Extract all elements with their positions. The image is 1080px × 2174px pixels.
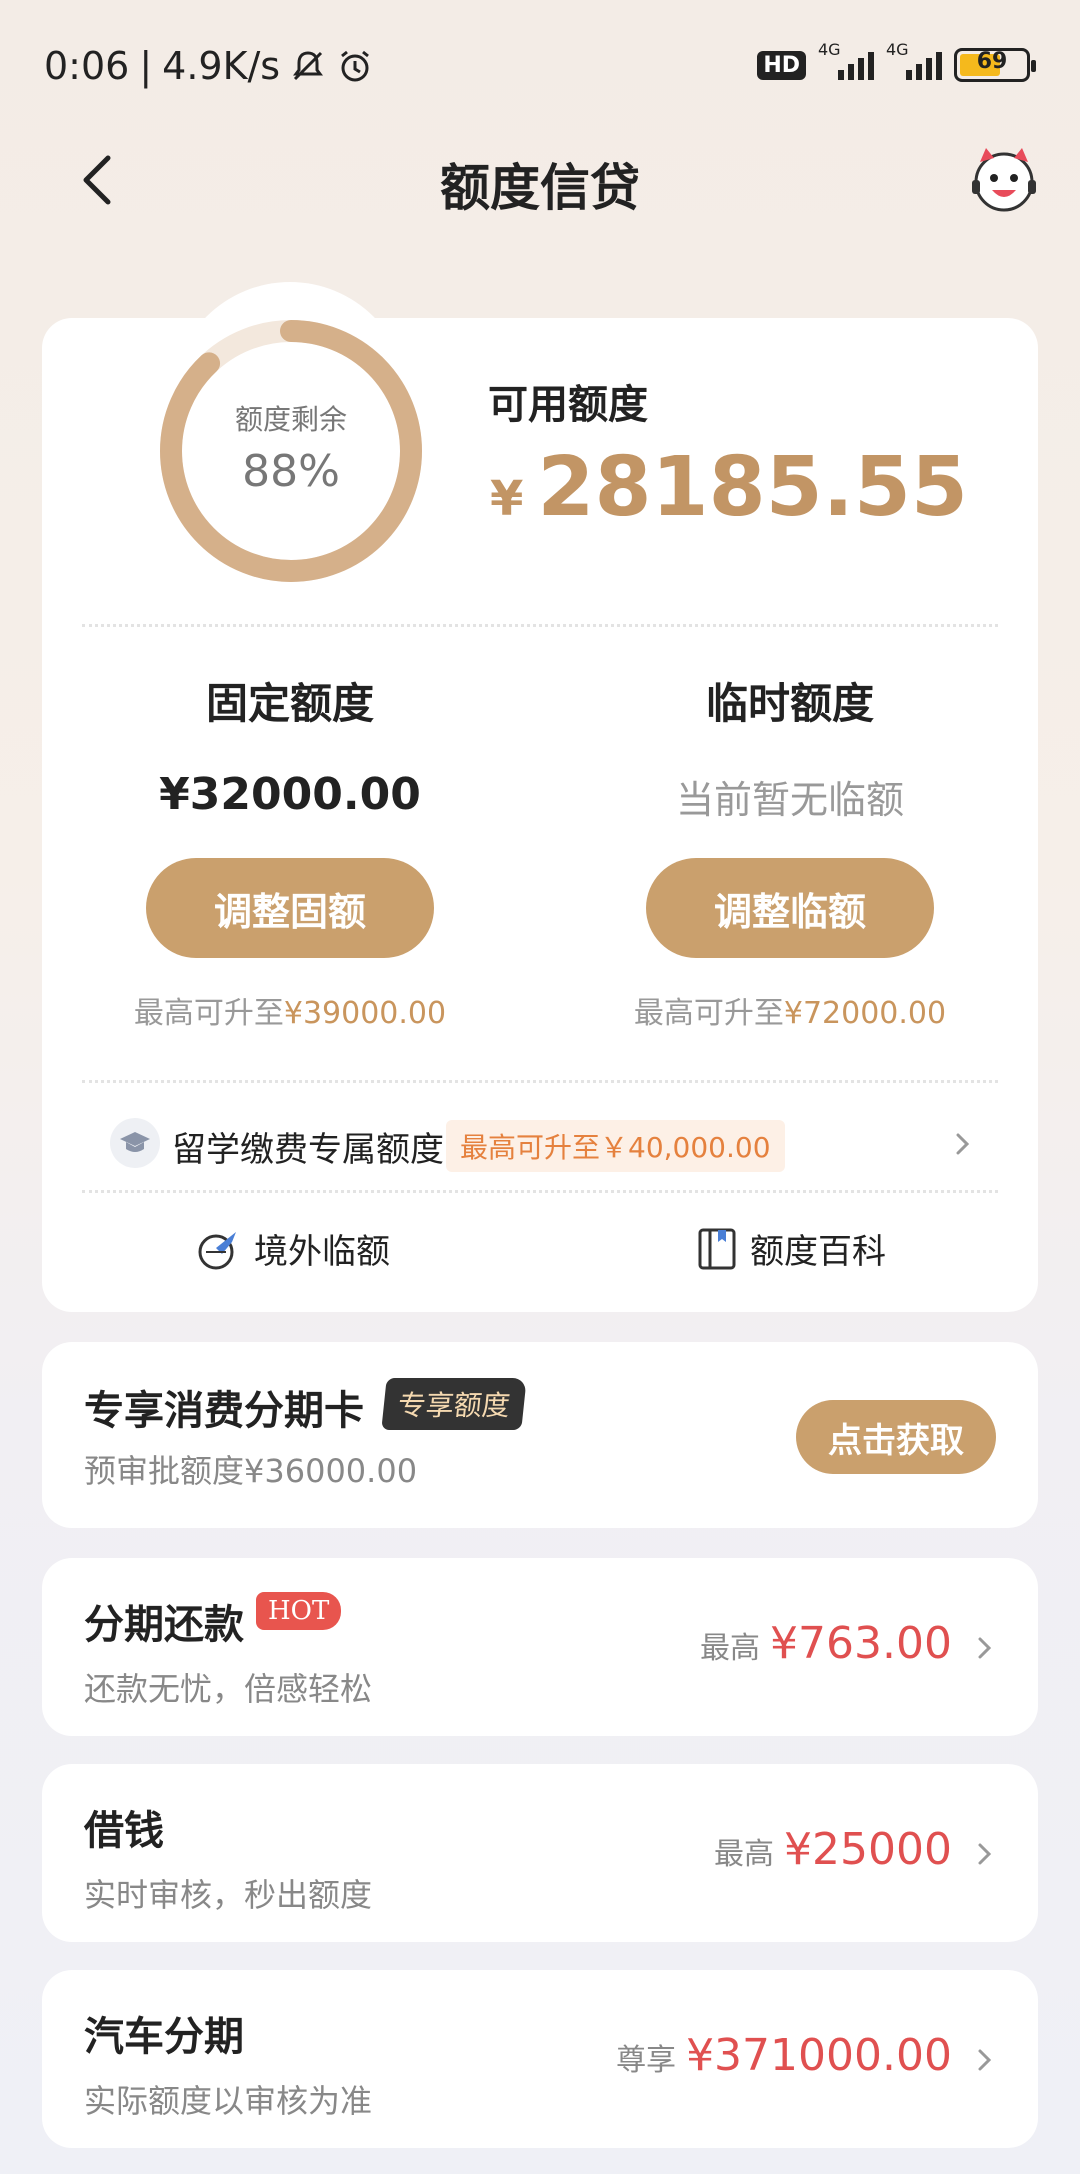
installment-card: 专享消费分期卡 专享额度 预审批额度¥36000.00 点击获取 (42, 1342, 1038, 1528)
temp-upgrade-text: 最高可升至¥72000.00 (590, 988, 990, 1032)
available-amount-value: 28185.55 (537, 440, 968, 535)
product-subtitle: 实时审核，秒出额度 (84, 1876, 373, 1914)
study-abroad-badge: 最高可升至￥40,000.00 (446, 1120, 785, 1172)
overseas-temp-label: 境外临额 (254, 1232, 390, 1272)
temp-upgrade-value: ¥72000.00 (783, 996, 947, 1031)
divider (82, 624, 998, 627)
fixed-quota-column: 固定额度 ¥32000.00 (90, 670, 490, 820)
battery-level: 69 (976, 49, 1008, 74)
product-amount-prefix: 尊享 (616, 2043, 677, 2078)
divider (82, 1190, 998, 1193)
alarm-icon (341, 50, 370, 82)
product-title: 分期还款 (84, 1602, 244, 1648)
chevron-right-icon (978, 1637, 992, 1659)
ring-label: 额度剩余 (234, 403, 347, 436)
fixed-quota-value: ¥32000.00 (159, 769, 421, 820)
hot-badge: HOT (256, 1592, 342, 1630)
product-amount: 最高 ¥25000 (714, 1824, 952, 1875)
mascot-service-icon[interactable] (966, 142, 1042, 218)
quota-wiki-label: 额度百科 (750, 1232, 886, 1272)
battery-icon: 69 (954, 48, 1036, 82)
available-amount: ¥ 28185.55 (490, 440, 968, 535)
product-row[interactable]: 借钱 实时审核，秒出额度 最高 ¥25000 (42, 1764, 1038, 1942)
status-left: 0:06 | 4.9K/s (44, 44, 374, 88)
product-title: 借钱 (84, 1808, 164, 1854)
product-subtitle: 还款无忧，倍感轻松 (84, 1670, 373, 1708)
installment-subtitle: 预审批额度¥36000.00 (84, 1452, 418, 1490)
fixed-upgrade-text: 最高可升至¥39000.00 (90, 988, 490, 1032)
study-abroad-label: 留学缴费专属额度 (172, 1130, 444, 1170)
product-subtitle: 实际额度以审核为准 (84, 2082, 373, 2120)
status-right: HD 4G 4G 69 (757, 40, 1036, 82)
temp-quota-column: 临时额度 当前暂无临额 (590, 670, 990, 824)
chevron-right-icon (978, 2049, 992, 2071)
hd-badge: HD (757, 50, 806, 80)
product-title: 汽车分期 (84, 2014, 244, 2060)
study-abroad-row[interactable]: 留学缴费专属额度 最高可升至￥40,000.00 (42, 1108, 1038, 1180)
ring-percent: 88% (242, 446, 340, 497)
product-amount: 尊享 ¥371000.00 (616, 2030, 952, 2081)
status-net-speed: 4.9K/s (162, 44, 281, 88)
currency-symbol: ¥ (490, 471, 524, 527)
book-icon (698, 1228, 736, 1269)
divider (82, 1080, 998, 1083)
temp-quota-value: 当前暂无临额 (675, 778, 904, 822)
available-label: 可用额度 (488, 382, 648, 428)
status-divider: | (139, 44, 153, 88)
nav-bar: 额度信贷 (0, 130, 1080, 230)
product-row[interactable]: 分期还款 HOT 还款无忧，倍感轻松 最高 ¥763.00 (42, 1558, 1038, 1736)
plane-globe-icon (198, 1231, 236, 1269)
temp-quota-title: 临时额度 (705, 679, 874, 728)
product-amount-value: ¥763.00 (770, 1618, 952, 1669)
adjust-fixed-button[interactable]: 调整固额 (146, 858, 434, 958)
quota-wiki-link[interactable]: 额度百科 (696, 1224, 886, 1273)
product-amount-prefix: 最高 (714, 1837, 775, 1872)
fixed-upgrade-value: ¥39000.00 (283, 996, 447, 1031)
graduation-cap-icon (110, 1118, 160, 1168)
chevron-right-icon (956, 1133, 970, 1155)
remaining-ring: 额度剩余 88% (158, 318, 424, 584)
product-amount-value: ¥371000.00 (686, 2030, 952, 2081)
product-amount-value: ¥25000 (784, 1824, 952, 1875)
get-card-button[interactable]: 点击获取 (796, 1400, 996, 1474)
installment-badge: 专享额度 (381, 1378, 527, 1430)
adjust-temp-button[interactable]: 调整临额 (646, 858, 934, 958)
signal-1-icon: 4G (818, 40, 874, 80)
status-bar: 0:06 | 4.9K/s HD 4G 4G 69 (0, 0, 1080, 120)
bell-muted-icon (293, 51, 324, 81)
page-title: 额度信贷 (440, 159, 640, 217)
fixed-upgrade-prefix: 最高可升至 (133, 996, 284, 1031)
product-amount-prefix: 最高 (700, 1631, 761, 1666)
overseas-temp-link[interactable]: 境外临额 (196, 1224, 390, 1273)
product-amount: 最高 ¥763.00 (700, 1618, 952, 1669)
fixed-quota-title: 固定额度 (205, 679, 374, 728)
installment-title: 专享消费分期卡 (84, 1388, 364, 1434)
temp-upgrade-prefix: 最高可升至 (633, 996, 784, 1031)
chevron-right-icon (978, 1843, 992, 1865)
status-time: 0:06 (44, 44, 130, 88)
product-row[interactable]: 汽车分期 实际额度以审核为准 尊享 ¥371000.00 (42, 1970, 1038, 2148)
signal-2-icon: 4G (886, 40, 942, 80)
